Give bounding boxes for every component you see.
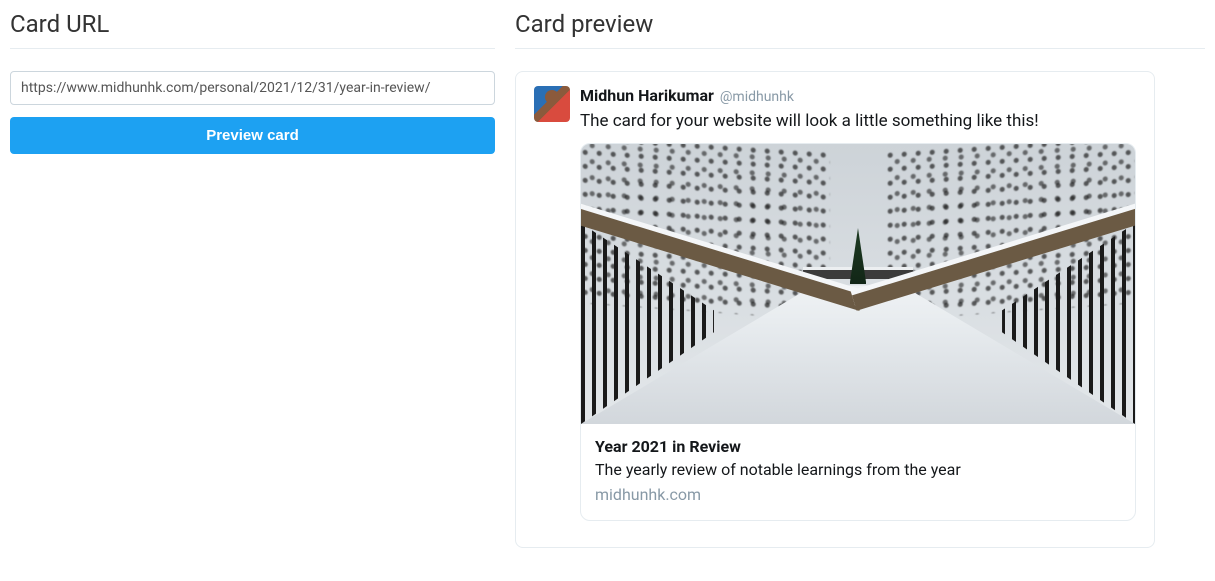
- preview-card-button[interactable]: Preview card: [10, 117, 495, 154]
- author-name: Midhun Harikumar: [580, 86, 714, 105]
- author-handle: @midhunhk: [720, 89, 794, 105]
- card-image: [581, 144, 1135, 424]
- page-layout: Card URL Preview card Card preview Midhu…: [10, 10, 1205, 548]
- card-preview-panel: Card preview Midhun Harikumar @midhunhk …: [515, 10, 1205, 548]
- card-domain: midhunhk.com: [595, 485, 1121, 504]
- card-title: Year 2021 in Review: [595, 437, 1121, 456]
- avatar: [534, 86, 570, 122]
- tweet-header: Midhun Harikumar @midhunhk The card for …: [534, 86, 1136, 521]
- card-url-heading: Card URL: [10, 10, 495, 49]
- tweet-preview: Midhun Harikumar @midhunhk The card for …: [515, 71, 1155, 548]
- card-url-input[interactable]: [10, 71, 495, 105]
- card-description: The yearly review of notable learnings f…: [595, 460, 1121, 479]
- card-url-panel: Card URL Preview card: [10, 10, 495, 548]
- tweet-body: Midhun Harikumar @midhunhk The card for …: [580, 86, 1136, 521]
- summary-card[interactable]: Year 2021 in Review The yearly review of…: [580, 143, 1136, 521]
- tweet-names: Midhun Harikumar @midhunhk: [580, 86, 1136, 105]
- card-meta: Year 2021 in Review The yearly review of…: [581, 424, 1135, 520]
- card-preview-heading: Card preview: [515, 10, 1205, 49]
- tweet-text: The card for your website will look a li…: [580, 111, 1136, 131]
